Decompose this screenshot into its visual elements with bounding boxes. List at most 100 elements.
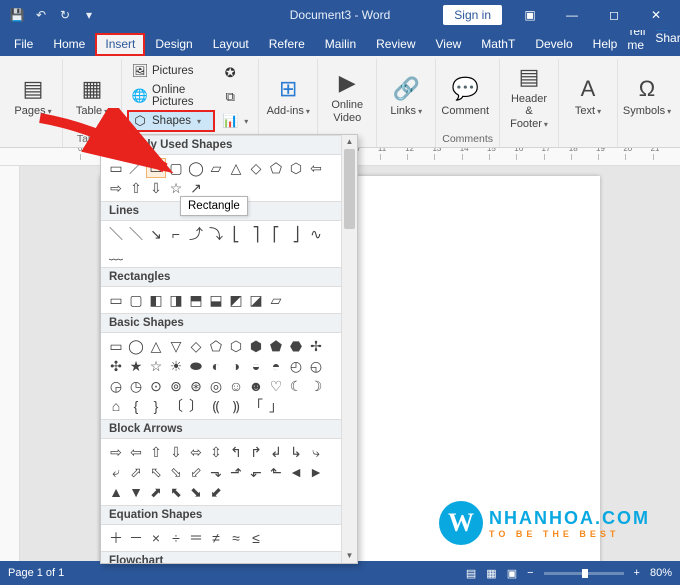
shape-item[interactable]: ↱ (247, 443, 265, 461)
shape-item[interactable]: ⬡ (227, 337, 245, 355)
online-video-button[interactable]: ▶ Online Video (324, 61, 370, 132)
shape-item[interactable]: ▼ (127, 483, 145, 501)
shape-item[interactable]: { (127, 397, 145, 415)
shape-item[interactable]: ⬒ (187, 291, 205, 309)
shape-item[interactable]: ⬠ (207, 337, 225, 355)
shape-item[interactable]: ✢ (307, 337, 325, 355)
shape-item[interactable]: ⇩ (147, 179, 165, 197)
shape-item[interactable]: ÷ (167, 529, 185, 547)
shape-item[interactable]: ﹏ (107, 245, 125, 263)
shape-item[interactable]: ☽ (307, 377, 325, 395)
shape-item[interactable]: ↰ (227, 443, 245, 461)
symbols-button[interactable]: Ω Symbols (624, 61, 670, 132)
shape-item[interactable]: ⸩ (227, 397, 245, 415)
shape-item[interactable]: ▢ (127, 291, 145, 309)
shape-item[interactable]: ＋ (107, 529, 125, 547)
shape-item[interactable]: ⇳ (207, 443, 225, 461)
close-icon[interactable]: ✕ (636, 0, 676, 30)
shape-item[interactable]: ▱ (207, 159, 225, 177)
shape-item[interactable]: ⇧ (147, 443, 165, 461)
shape-item[interactable]: ◓ (267, 357, 285, 375)
shape-item[interactable]: ⊙ (147, 377, 165, 395)
ribbon-options-icon[interactable]: ▣ (510, 0, 550, 30)
view-web-icon[interactable]: ▣ (507, 567, 517, 580)
tab-develo[interactable]: Develo (525, 33, 582, 56)
shape-item[interactable]: 〕 (187, 397, 205, 415)
save-icon[interactable]: 💾 (6, 4, 28, 26)
shape-item[interactable]: ↘ (147, 225, 165, 243)
pages-button[interactable]: ▤ Pages (10, 61, 56, 132)
shape-item[interactable]: ≤ (247, 529, 265, 547)
shape-item[interactable]: ⬉ (167, 483, 185, 501)
shape-item[interactable]: ⇩ (167, 443, 185, 461)
undo-icon[interactable]: ↶ (30, 4, 52, 26)
shape-item[interactable]: ☆ (147, 357, 165, 375)
shape-item[interactable]: ⬄ (187, 443, 205, 461)
shape-item[interactable]: ⤵ (207, 225, 225, 243)
shape-item[interactable]: ☻ (247, 377, 265, 395)
shape-item[interactable]: ▱ (267, 291, 285, 309)
zoom-in-icon[interactable]: + (634, 567, 640, 579)
shape-item[interactable]: ⎤ (247, 225, 265, 243)
smartart-button[interactable]: ⧉ (218, 87, 252, 107)
shape-item[interactable]: ◩ (227, 291, 245, 309)
shape-item[interactable]: ⬢ (247, 337, 265, 355)
header-footer-button[interactable]: ▤ Header & Footer (506, 61, 552, 132)
shape-item[interactable]: ◯ (127, 337, 145, 355)
shape-item[interactable]: ☾ (287, 377, 305, 395)
shape-item[interactable]: ✣ (107, 357, 125, 375)
shape-item[interactable]: △ (147, 337, 165, 355)
shape-item[interactable]: ◇ (187, 337, 205, 355)
sign-in-button[interactable]: Sign in (443, 5, 502, 25)
pictures-button[interactable]: 🖼Pictures (128, 61, 214, 81)
icons-button[interactable]: ✪ (218, 63, 252, 83)
shape-item[interactable]: ▭ (147, 159, 165, 177)
shape-item[interactable]: ↲ (267, 443, 285, 461)
shape-item[interactable]: ⬡ (287, 159, 305, 177)
zoom-level[interactable]: 80% (650, 567, 672, 579)
minimize-icon[interactable]: — (552, 0, 592, 30)
shape-item[interactable]: ☆ (167, 179, 185, 197)
shape-item[interactable]: ⊛ (187, 377, 205, 395)
online-pictures-button[interactable]: 🌐Online Pictures (128, 82, 214, 110)
shape-item[interactable]: ☀ (167, 357, 185, 375)
shape-item[interactable]: ▭ (107, 291, 125, 309)
shape-item[interactable]: ◯ (187, 159, 205, 177)
shape-item[interactable]: ⬠ (267, 159, 285, 177)
shape-item[interactable]: ⊚ (167, 377, 185, 395)
shape-item[interactable]: ◵ (307, 357, 325, 375)
shape-item[interactable]: ＼ (127, 225, 145, 243)
zoom-slider[interactable] (544, 572, 624, 575)
shape-item[interactable]: ⬃ (187, 463, 205, 481)
shape-item[interactable]: △ (227, 159, 245, 177)
shape-item[interactable]: ⎡ (267, 225, 285, 243)
qat-customize-icon[interactable]: ▾ (78, 4, 100, 26)
tab-matht[interactable]: MathT (471, 33, 525, 56)
shape-item[interactable]: } (147, 397, 165, 415)
shape-item[interactable]: ⬣ (287, 337, 305, 355)
page-indicator[interactable]: Page 1 of 1 (8, 567, 64, 579)
shape-item[interactable]: ⇨ (107, 443, 125, 461)
shape-item[interactable]: ⬐ (247, 463, 265, 481)
maximize-icon[interactable]: ◻ (594, 0, 634, 30)
comment-button[interactable]: 💬 Comment (442, 61, 488, 132)
shape-item[interactable]: ∿ (307, 225, 325, 243)
shape-item[interactable]: ◎ (207, 377, 225, 395)
shape-item[interactable]: ⸨ (207, 397, 225, 415)
shape-item[interactable]: ⬂ (167, 463, 185, 481)
shape-item[interactable]: ⤷ (307, 443, 325, 461)
shape-item[interactable]: ▽ (167, 337, 185, 355)
shape-item[interactable]: ⬬ (187, 357, 205, 375)
tab-refere[interactable]: Refere (259, 33, 315, 56)
shape-item[interactable]: ♡ (267, 377, 285, 395)
shape-item[interactable]: ◇ (247, 159, 265, 177)
shape-item[interactable]: ⇦ (127, 443, 145, 461)
shape-item[interactable]: ☺ (227, 377, 245, 395)
shape-item[interactable]: 〔 (167, 397, 185, 415)
shape-item[interactable]: ◄ (287, 463, 305, 481)
redo-icon[interactable]: ↻ (54, 4, 76, 26)
links-button[interactable]: 🔗 Links (383, 61, 429, 132)
shape-item[interactable]: ⬎ (207, 463, 225, 481)
shape-item[interactable]: 」 (267, 397, 285, 415)
tab-insert[interactable]: Insert (95, 33, 145, 56)
